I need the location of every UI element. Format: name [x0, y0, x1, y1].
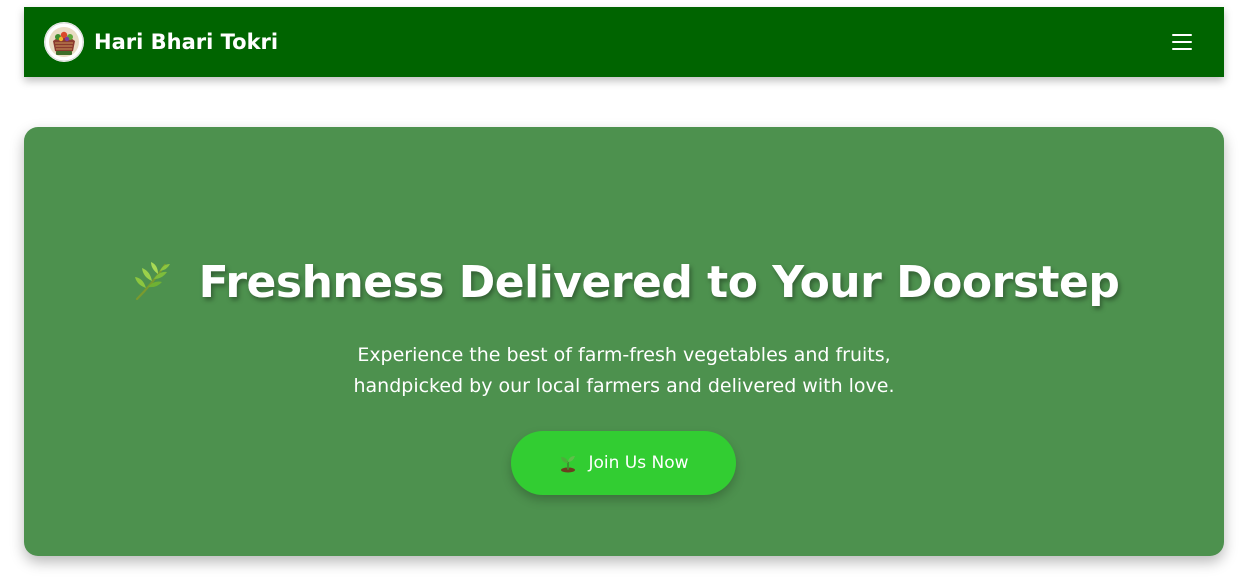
brand-name[interactable]: Hari Bhari Tokri [94, 28, 278, 56]
join-us-button-label: Join Us Now [588, 453, 689, 473]
basket-logo-icon[interactable] [44, 22, 84, 62]
hero-subtitle-line-2: handpicked by our local farmers and deli… [353, 375, 895, 397]
seedling-icon [561, 456, 576, 473]
hero-title: Freshness Delivered to Your Doorstep [198, 257, 1120, 308]
herb-leaf-icon [134, 262, 170, 301]
hero-subtitle-line-1: Experience the best of farm-fresh vegeta… [357, 344, 891, 366]
join-us-button[interactable]: Join Us Now [511, 431, 736, 495]
hamburger-menu-icon[interactable] [1168, 28, 1198, 56]
navbar: Hari Bhari Tokri [24, 7, 1224, 77]
hero-banner: Freshness Delivered to Your Doorstep Exp… [24, 127, 1224, 556]
hero-title-row: Freshness Delivered to Your Doorstep [24, 255, 1224, 311]
hero-subtitle: Experience the best of farm-fresh vegeta… [24, 340, 1224, 402]
